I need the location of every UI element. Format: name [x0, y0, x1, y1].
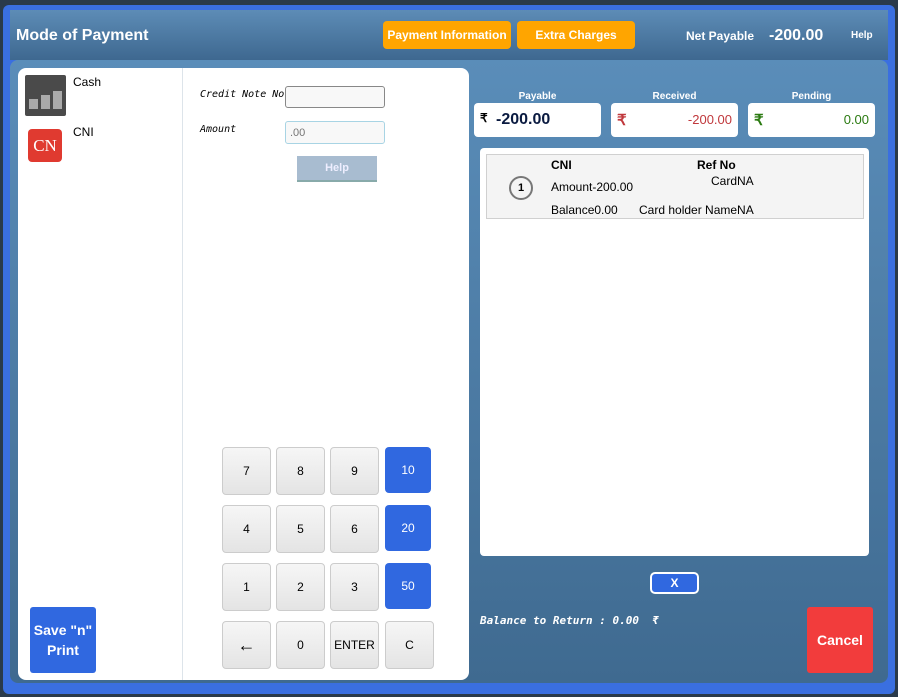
item-index: 1: [509, 176, 533, 200]
keypad-key[interactable]: ENTER: [330, 621, 379, 669]
amount-input[interactable]: [285, 121, 385, 144]
item-card: CardNA: [711, 174, 754, 188]
rupee-icon: ₹: [617, 112, 627, 129]
keypad-key[interactable]: 7: [222, 447, 271, 495]
received-box: ₹ -200.00: [611, 103, 738, 137]
item-type: CNI: [551, 158, 572, 172]
item-ref-label: Ref No: [697, 158, 736, 172]
item-amount: Amount-200.00: [551, 180, 634, 194]
payable-label: Payable: [518, 91, 557, 102]
extra-charges-button[interactable]: Extra Charges: [517, 21, 635, 49]
cancel-button[interactable]: Cancel: [807, 607, 873, 673]
credit-note-icon[interactable]: CN: [28, 129, 62, 162]
net-payable-label: Net Payable: [686, 29, 755, 43]
keypad-key[interactable]: 20: [385, 505, 431, 551]
payable-value: -200.00: [496, 111, 551, 128]
amount-label: Amount: [200, 124, 237, 135]
save-print-button[interactable]: Save "n" Print: [30, 607, 96, 673]
item-balance: Balance0.00: [551, 203, 618, 217]
sidebar-item-cash[interactable]: Cash: [73, 75, 101, 89]
item-holder: Card holder NameNA: [639, 203, 754, 217]
remove-payment-button[interactable]: X: [650, 572, 699, 594]
credit-note-label: Credit Note No: [200, 89, 285, 100]
rupee-icon: ₹: [480, 111, 488, 125]
divider: [182, 68, 183, 680]
credit-note-input[interactable]: [285, 86, 385, 108]
received-value: -200.00: [687, 112, 732, 127]
keypad-key[interactable]: 6: [330, 505, 379, 553]
keypad-key[interactable]: 0: [276, 621, 325, 669]
form-help-button[interactable]: Help: [297, 156, 377, 182]
keypad-key[interactable]: C: [385, 621, 434, 669]
cash-coins-icon[interactable]: [25, 75, 66, 116]
keypad-key[interactable]: 10: [385, 447, 431, 493]
keypad-key[interactable]: 1: [222, 563, 271, 611]
page-title: Mode of Payment: [16, 27, 149, 44]
payable-box: ₹ -200.00: [474, 103, 601, 137]
keypad-key[interactable]: 4: [222, 505, 271, 553]
sidebar-item-cni[interactable]: CNI: [73, 125, 94, 139]
keypad-key[interactable]: ←: [222, 621, 271, 669]
list-item[interactable]: 1 CNI Amount-200.00 Balance0.00 Ref No C…: [486, 154, 864, 219]
keypad-key[interactable]: 3: [330, 563, 379, 611]
keypad-key[interactable]: 2: [276, 563, 325, 611]
payment-information-button[interactable]: Payment Information: [383, 21, 511, 49]
help-link[interactable]: Help: [851, 30, 873, 41]
keypad-key[interactable]: 5: [276, 505, 325, 553]
net-payable-value: -200.00: [769, 27, 824, 44]
pending-value: 0.00: [843, 112, 869, 127]
received-label: Received: [652, 91, 697, 102]
keypad-key[interactable]: 50: [385, 563, 431, 609]
pending-box: ₹ 0.00: [748, 103, 875, 137]
rupee-icon: ₹: [754, 112, 764, 129]
keypad-key[interactable]: 8: [276, 447, 325, 495]
balance-to-return: Balance to Return : 0.00 ₹: [480, 614, 659, 627]
pending-label: Pending: [791, 91, 832, 102]
keypad-key[interactable]: 9: [330, 447, 379, 495]
